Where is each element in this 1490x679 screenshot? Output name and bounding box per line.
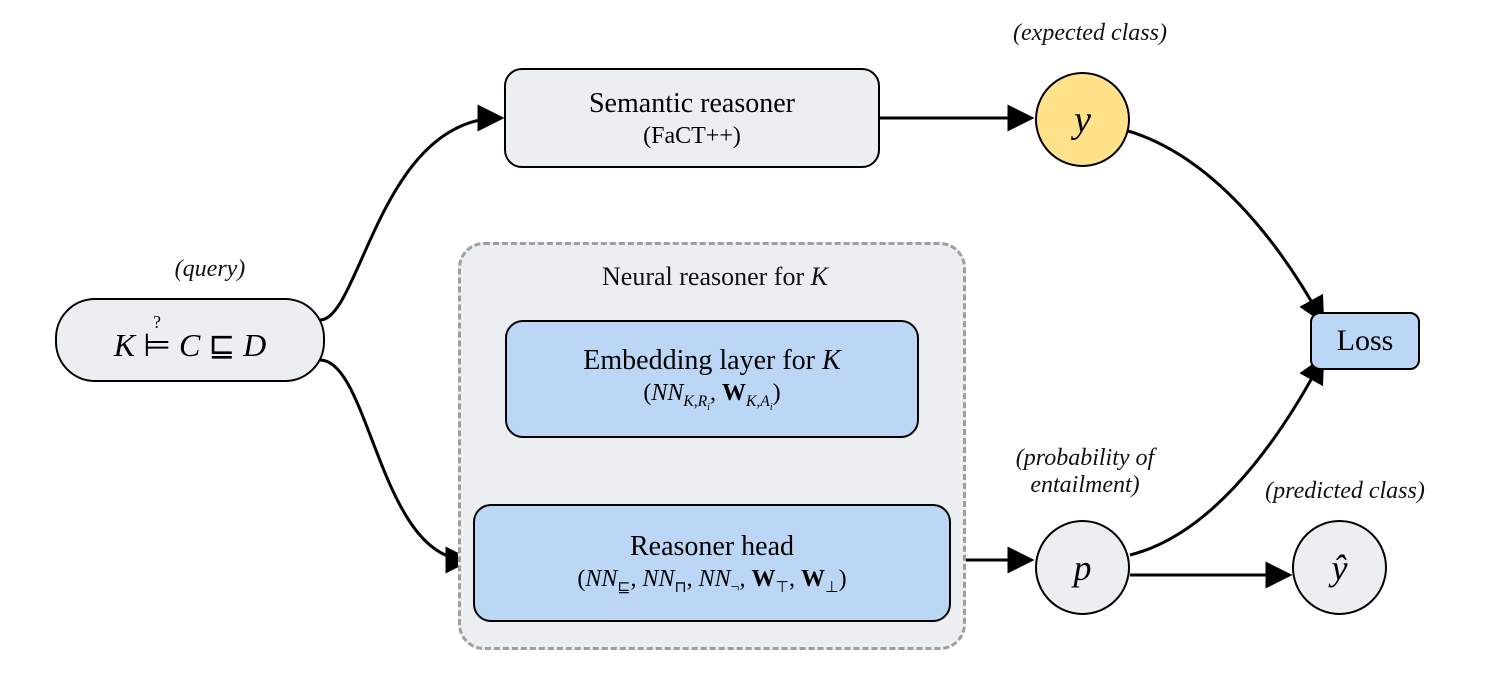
caption-predicted-class: (predicted class) bbox=[1235, 478, 1455, 505]
query-node: K ?⊨ C ⊑ D bbox=[55, 298, 325, 382]
reasoner-head-sub: (NN⊑, NN⊓, NN¬, W⊤, W⊥) bbox=[577, 564, 846, 597]
yhat-label: ŷ bbox=[1332, 547, 1348, 589]
loss-label: Loss bbox=[1337, 324, 1394, 358]
caption-query: (query) bbox=[150, 256, 270, 283]
caption-expected-class: (expected class) bbox=[990, 20, 1190, 47]
semantic-reasoner-node: Semantic reasoner (FaCT++) bbox=[504, 68, 880, 168]
neural-reasoner-title: Neural reasoner for K bbox=[540, 262, 890, 292]
embedding-layer-node: Embedding layer for K (NNK,Ri, WK,Ai) bbox=[505, 320, 919, 438]
embedding-layer-sub: (NNK,Ri, WK,Ai) bbox=[643, 378, 780, 415]
reasoner-head-title: Reasoner head bbox=[630, 529, 794, 564]
embedding-layer-title: Embedding layer for K bbox=[583, 343, 840, 378]
y-label: y bbox=[1074, 98, 1091, 142]
reasoner-head-node: Reasoner head (NN⊑, NN⊓, NN¬, W⊤, W⊥) bbox=[473, 504, 951, 622]
y-node: y bbox=[1035, 72, 1130, 167]
p-label: p bbox=[1074, 547, 1092, 589]
yhat-node: ŷ bbox=[1292, 520, 1387, 615]
caption-probability: (probability of entailment) bbox=[990, 445, 1180, 499]
loss-node: Loss bbox=[1310, 312, 1420, 370]
p-node: p bbox=[1035, 520, 1130, 615]
semantic-reasoner-title: Semantic reasoner bbox=[589, 86, 795, 121]
query-expression: K ?⊨ C ⊑ D bbox=[114, 315, 266, 365]
semantic-reasoner-sub: (FaCT++) bbox=[643, 121, 741, 151]
